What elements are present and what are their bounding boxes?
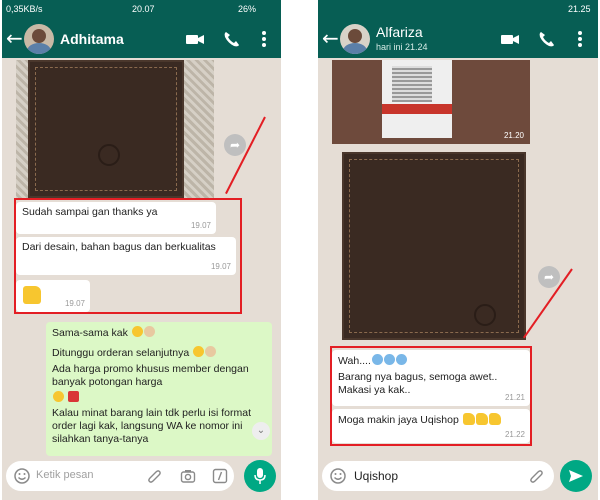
message-input[interactable]: Ketik pesan xyxy=(36,469,93,481)
reply-line: Sama-sama kak xyxy=(52,327,128,339)
phone-icon[interactable] xyxy=(222,30,242,48)
emoji-icon[interactable] xyxy=(330,468,346,484)
package-box xyxy=(382,60,452,138)
back-arrow-icon[interactable]: ← xyxy=(6,28,23,48)
ok-hand-emoji-icon xyxy=(205,346,217,357)
avatar[interactable] xyxy=(24,24,54,54)
send-icon xyxy=(569,470,583,482)
highlight-box xyxy=(330,346,532,446)
mic-icon xyxy=(254,468,266,484)
avatar[interactable] xyxy=(340,24,370,54)
wallet-photo xyxy=(28,60,184,198)
photo-time: 21.20 xyxy=(503,131,524,140)
emoji-icon[interactable] xyxy=(14,468,30,484)
video-call-icon[interactable] xyxy=(500,30,520,48)
contact-name[interactable]: Adhitama xyxy=(60,31,124,47)
data-rate: 0,35KB/s xyxy=(6,4,43,14)
more-icon[interactable] xyxy=(254,30,274,48)
last-seen: hari ini 21.24 xyxy=(376,42,428,52)
more-icon[interactable] xyxy=(570,30,590,48)
forward-icon[interactable]: ➦ xyxy=(538,266,560,288)
brand-logo xyxy=(474,304,496,326)
brand-logo xyxy=(98,144,120,166)
reply-line: Ditunggu orderan selanjutnya xyxy=(52,347,190,359)
status-time: 20.07 xyxy=(132,4,155,14)
forward-icon[interactable]: ➦ xyxy=(224,134,246,156)
left-phone-screen: 0,35KB/s 20.07 26% ← Adhitama ➦ Sudah sa… xyxy=(2,0,281,500)
chat-header: ← Adhitama xyxy=(2,20,281,58)
battery-level: 26% xyxy=(238,4,257,14)
status-time: 21.25 xyxy=(568,4,591,14)
wink-emoji-icon xyxy=(193,346,205,357)
photo-message[interactable]: 21.20 xyxy=(332,60,530,144)
outgoing-message: Sama-sama kak Ditunggu orderan selanjutn… xyxy=(46,322,272,456)
phone-icon[interactable] xyxy=(537,30,557,48)
mic-button[interactable] xyxy=(244,460,276,492)
reply-line: Ada harga promo khusus member dengan ban… xyxy=(52,363,249,388)
reply-line: Kalau minat barang lain tdk perlu isi fo… xyxy=(52,407,252,445)
message-input-bar[interactable]: Ketik pesan xyxy=(6,461,234,491)
status-bar: 0,35KB/s 20.07 26% xyxy=(2,0,281,20)
chat-header: ← Alfariza hari ini 21.24 xyxy=(318,20,598,58)
attach-icon[interactable] xyxy=(146,468,162,484)
scooter-emoji-icon xyxy=(67,391,79,402)
message-input-bar[interactable]: Uqishop xyxy=(322,461,554,491)
payment-icon[interactable] xyxy=(212,468,228,484)
attach-icon[interactable] xyxy=(528,468,544,484)
smile-emoji-icon xyxy=(131,326,143,337)
scroll-down-icon[interactable]: ⌄ xyxy=(252,422,270,440)
camera-icon[interactable] xyxy=(180,468,196,484)
back-arrow-icon[interactable]: ← xyxy=(322,28,339,48)
video-call-icon[interactable] xyxy=(185,30,205,48)
wallet-photo[interactable] xyxy=(342,152,526,340)
pray-emoji-icon xyxy=(143,326,155,337)
highlight-box xyxy=(14,198,242,314)
send-button[interactable] xyxy=(560,460,592,492)
message-input[interactable]: Uqishop xyxy=(354,469,398,483)
status-bar: 21.25 xyxy=(318,0,598,20)
right-phone-screen: 21.25 ← Alfariza hari ini 21.24 21.20 ➦ … xyxy=(318,0,598,500)
contact-name[interactable]: Alfariza xyxy=(376,24,423,40)
heart-eyes-emoji-icon xyxy=(53,391,64,402)
